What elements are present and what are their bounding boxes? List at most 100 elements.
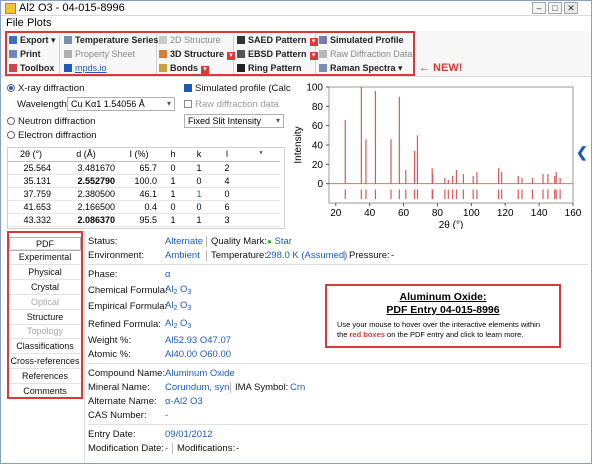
table-cell bbox=[242, 187, 280, 201]
checkbox-checked-icon bbox=[184, 84, 192, 92]
table-cell bbox=[242, 174, 280, 188]
tab-structure[interactable]: Structure bbox=[9, 312, 81, 322]
col-h[interactable]: h bbox=[160, 148, 186, 162]
phase-label: Phase: bbox=[88, 269, 118, 280]
table-cell: 0 bbox=[160, 200, 186, 214]
empirical-formula-label: Empirical Formula: bbox=[88, 301, 168, 312]
new-label: ← NEW! bbox=[419, 62, 463, 74]
tab-physical[interactable]: Physical bbox=[9, 267, 81, 277]
pressure-label: Pressure: bbox=[349, 250, 390, 261]
phase-value[interactable]: α bbox=[165, 269, 171, 280]
maximize-icon[interactable]: □ bbox=[548, 2, 562, 14]
table-row[interactable]: 25.564 3.481670 65.7 0 1 2 bbox=[8, 161, 280, 175]
status-value[interactable]: Alternate bbox=[165, 236, 203, 247]
y-axis-label: Intensity bbox=[293, 126, 304, 163]
table-cell: 1 bbox=[186, 161, 212, 175]
electron-radio[interactable]: Electron diffraction bbox=[7, 130, 97, 141]
expand-panel-icon[interactable]: ❮ bbox=[576, 144, 588, 161]
table-cell: 100.0 bbox=[118, 174, 160, 188]
refined-formula-value[interactable]: Al2 O3 bbox=[165, 318, 191, 330]
slit-select[interactable]: Fixed Slit Intensity ▾ bbox=[184, 114, 284, 128]
app-window: Al2 O3 - 04-015-8996 – □ ✕ File Plots Ex… bbox=[0, 0, 592, 464]
alternate-name-value[interactable]: α-Al2 O3 bbox=[165, 396, 203, 407]
tab-topology[interactable]: Topology bbox=[9, 326, 81, 336]
table-cell: 35.131 bbox=[8, 174, 54, 188]
col-d[interactable]: d (Å) bbox=[54, 148, 118, 162]
table-cell: 46.1 bbox=[118, 187, 160, 201]
x-tick-label: 100 bbox=[463, 208, 480, 219]
atomic-percent-value[interactable]: Al40.00 O60.00 bbox=[165, 349, 231, 360]
ima-symbol-value[interactable]: Crn bbox=[290, 382, 305, 393]
tab-optical[interactable]: Optical bbox=[9, 297, 81, 307]
table-cell: 2.380500 bbox=[54, 187, 118, 201]
menu-file[interactable]: File bbox=[6, 17, 24, 29]
quality-mark-value[interactable]: ● Star bbox=[267, 236, 292, 247]
table-row[interactable]: 35.131 2.552790 100.0 1 0 4 bbox=[8, 174, 280, 188]
table-cell: 0 bbox=[212, 187, 242, 201]
minimize-icon[interactable]: – bbox=[532, 2, 546, 14]
menu-plots[interactable]: Plots bbox=[27, 17, 51, 29]
compound-name-label: Compound Name: bbox=[88, 368, 166, 379]
entry-date-value[interactable]: 09/01/2012 bbox=[165, 429, 213, 440]
y-tick-label: 20 bbox=[312, 160, 324, 171]
cas-number-value[interactable]: - bbox=[165, 410, 168, 421]
x-tick-label: 120 bbox=[497, 208, 514, 219]
diffraction-chart[interactable]: 100 80 60 40 20 0 20 40 60 80 100 120 140 160 2θ (°) In… bbox=[291, 81, 582, 232]
title-bar: Al2 O3 - 04-015-8996 – □ ✕ bbox=[1, 1, 591, 16]
compound-name-value[interactable]: Aluminum Oxide bbox=[165, 368, 235, 379]
pressure-value: - bbox=[391, 250, 395, 261]
weight-percent-value[interactable]: Al52.93 O47.07 bbox=[165, 335, 231, 346]
table-cell: 3 bbox=[212, 213, 242, 227]
window-title: Al2 O3 - 04-015-8996 bbox=[19, 2, 125, 14]
table-cell: 3.481670 bbox=[54, 161, 118, 175]
table-row[interactable]: 41.653 2.166500 0.4 0 0 6 bbox=[8, 200, 280, 214]
y-tick-label: 100 bbox=[306, 83, 323, 94]
tab-classifications[interactable]: Classifications bbox=[9, 341, 81, 351]
col-star[interactable]: * bbox=[242, 148, 280, 162]
diffraction-chart-svg: 100 80 60 40 20 0 20 40 60 80 100 120 140 160 2θ (°) In… bbox=[293, 83, 582, 232]
temperature-label: Temperature: bbox=[211, 250, 267, 261]
chemical-formula-value[interactable]: Al2 O3 bbox=[165, 284, 191, 296]
table-cell: 6 bbox=[212, 200, 242, 214]
table-cell: 0 bbox=[186, 174, 212, 188]
tab-cross-references[interactable]: Cross-references bbox=[9, 356, 81, 366]
x-tick-label: 40 bbox=[364, 208, 376, 219]
mineral-name-value[interactable]: Corundum, syn bbox=[165, 382, 229, 393]
tab-experimental[interactable]: Experimental bbox=[9, 252, 81, 262]
wavelength-select[interactable]: Cu Kα1 1.54056 Å ▾ bbox=[67, 97, 175, 111]
tab-references[interactable]: References bbox=[9, 371, 81, 381]
atomic-percent-label: Atomic %: bbox=[88, 349, 131, 360]
ribbon-highlight-box bbox=[5, 31, 415, 76]
mineral-name-label: Mineral Name: bbox=[88, 382, 150, 393]
close-icon[interactable]: ✕ bbox=[564, 2, 578, 14]
xray-radio[interactable]: X-ray diffraction bbox=[7, 83, 84, 94]
empirical-formula-value[interactable]: Al2 O3 bbox=[165, 300, 191, 312]
table-cell bbox=[242, 200, 280, 214]
table-cell: 1 bbox=[186, 213, 212, 227]
col-intensity[interactable]: I (%) bbox=[118, 148, 160, 162]
col-2theta[interactable]: 2θ (°) bbox=[8, 148, 54, 162]
raw-data-checkbox[interactable]: Raw diffraction data bbox=[184, 99, 279, 110]
table-row[interactable]: 43.332 2.086370 95.5 1 1 3 bbox=[8, 213, 280, 227]
neutron-radio[interactable]: Neutron diffraction bbox=[7, 116, 95, 127]
entry-date-label: Entry Date: bbox=[88, 429, 136, 440]
table-header-row: 2θ (°) d (Å) I (%) h k l * bbox=[8, 148, 280, 162]
environment-label: Environment: bbox=[88, 250, 144, 261]
col-k[interactable]: k bbox=[186, 148, 212, 162]
environment-value[interactable]: Ambient bbox=[165, 250, 200, 261]
table-row[interactable]: 37.759 2.380500 46.1 1 1 0 bbox=[8, 187, 280, 201]
simulated-profile-checkbox[interactable]: Simulated profile (Calc) bbox=[184, 83, 294, 94]
tab-comments[interactable]: Comments bbox=[9, 386, 81, 396]
table-cell: 2.086370 bbox=[54, 213, 118, 227]
table-cell: 4 bbox=[212, 174, 242, 188]
refined-formula-label: Refined Formula: bbox=[88, 319, 161, 330]
col-l[interactable]: l bbox=[212, 148, 242, 162]
table-cell: 43.332 bbox=[8, 213, 54, 227]
menu-bar: File Plots bbox=[1, 17, 591, 31]
modification-date-value[interactable]: - bbox=[165, 443, 168, 454]
tab-crystal[interactable]: Crystal bbox=[9, 282, 81, 292]
chevron-down-icon: ▾ bbox=[166, 99, 171, 108]
temperature-value[interactable]: 298.0 K (Assumed) bbox=[266, 250, 347, 261]
x-tick-label: 80 bbox=[432, 208, 444, 219]
status-label: Status: bbox=[88, 236, 118, 247]
